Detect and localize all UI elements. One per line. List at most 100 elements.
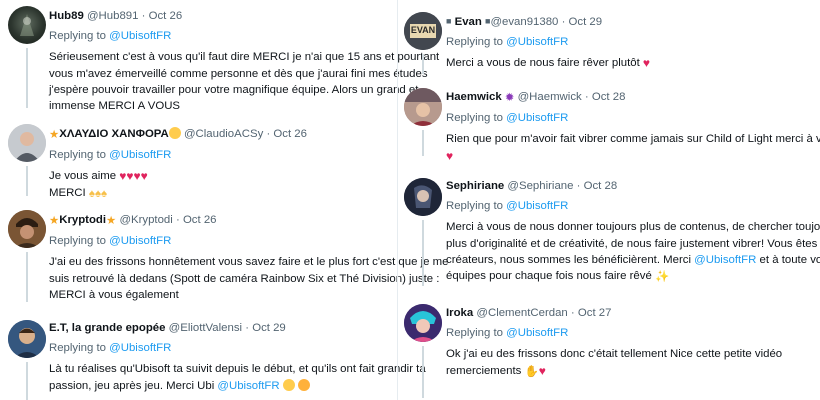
avatar[interactable]: [404, 178, 442, 216]
tweet-text: Merci a vous de nous faire rêver plutôt …: [446, 55, 812, 71]
avatar[interactable]: [404, 88, 442, 126]
display-name[interactable]: ΧΛΑΥΔΙΟ ΧΑΝΦΟΡΑ: [59, 128, 169, 140]
reply-mention-link[interactable]: @UbisoftFR: [109, 235, 171, 247]
avatar[interactable]: [404, 304, 442, 342]
reply-mention-link[interactable]: @UbisoftFR: [506, 112, 568, 124]
separator: ·: [266, 128, 271, 140]
right-reply-column: EVAN ■ Evan ■@evan91380 · Oct 29 Replyin…: [402, 0, 820, 400]
inline-mention-link[interactable]: @UbisoftFR: [694, 254, 756, 266]
tweet-text-line: immense MERCI A VOUS: [49, 100, 181, 113]
tweet-text: Là tu réalises qu'Ubisoft ta suivit depu…: [49, 361, 426, 393]
reply-mention-link[interactable]: @UbisoftFR: [109, 30, 171, 42]
separator: ·: [576, 180, 581, 192]
display-name[interactable]: Sephiriane: [446, 180, 504, 192]
avatar[interactable]: [8, 6, 46, 44]
thread-line: [26, 252, 28, 302]
thread-line: [26, 362, 28, 400]
replying-to-label: Replying to: [49, 342, 106, 355]
heart-icon: ♥: [119, 169, 127, 184]
display-name[interactable]: Iroka: [446, 307, 473, 319]
user-handle[interactable]: @Sephiriane: [507, 180, 573, 192]
tweet-date[interactable]: Oct 26: [149, 10, 183, 22]
reply-mention-link[interactable]: @UbisoftFR: [109, 149, 171, 161]
tweet-date[interactable]: Oct 27: [578, 307, 612, 319]
star-icon: ★: [49, 215, 60, 227]
ok-hand-icon: ✋: [524, 365, 539, 378]
thread-line: [26, 166, 28, 196]
replying-to-label: Replying to: [446, 112, 503, 125]
tweet-text-line: Rien que pour m'avoir fait vibrer comme …: [446, 133, 820, 146]
separator: ·: [561, 16, 566, 28]
user-handle[interactable]: @evan91380: [490, 16, 558, 28]
heart-icon: ♥: [446, 148, 454, 163]
avatar[interactable]: EVAN: [404, 12, 442, 50]
tweet-text: Merci à vous de nous donner toujours plu…: [446, 219, 820, 285]
avatar[interactable]: [8, 124, 46, 162]
heart-icon: ♥: [126, 169, 134, 184]
tweet-text: Ok j'ai eu des frissons donc c'était tel…: [446, 346, 812, 379]
reply-mention-link[interactable]: @UbisoftFR: [506, 36, 568, 48]
tweet-text-line: équipes pour chaque fois nous faire rêvé: [446, 270, 652, 283]
reply-mention-link[interactable]: @UbisoftFR: [506, 200, 568, 212]
display-name[interactable]: Haemwick: [446, 91, 502, 103]
tweet-text-line: Je vous aime: [49, 170, 117, 183]
tweet-date[interactable]: Oct 26: [183, 214, 217, 226]
sparkles-icon: ✨: [654, 271, 670, 284]
reply-mention-link[interactable]: @UbisoftFR: [109, 342, 171, 354]
tweet-text-line: Merci a vous de nous faire rêver plutôt: [446, 57, 640, 70]
heart-icon: ♥: [642, 56, 651, 71]
separator: ·: [570, 307, 575, 319]
reply-tweet[interactable]: EVAN ■ Evan ■@evan91380 · Oct 29 Replyin…: [402, 0, 820, 76]
tweet-date[interactable]: Oct 26: [273, 128, 307, 140]
replying-to-label: Replying to: [446, 327, 503, 340]
display-name[interactable]: E.T, la grande epopée: [49, 322, 165, 334]
display-name[interactable]: Kryptodi: [59, 214, 106, 226]
separator: ·: [175, 214, 180, 226]
tweet-text-line: Ok j'ai eu des frissons donc c'était tel…: [446, 348, 783, 361]
star-icon: ★: [106, 215, 117, 227]
avatar[interactable]: [8, 210, 46, 248]
tweet-date[interactable]: Oct 29: [569, 16, 603, 28]
reply-tweet[interactable]: ★Kryptodi★ @Kryptodi · Oct 26 Replying t…: [0, 204, 448, 304]
tweet-text: Je vous aime ♥♥♥♥ MERCI ♠♠♠: [49, 168, 394, 201]
reply-tweet[interactable]: ★ΧΛΑΥΔΙΟ ΧΑΝΦΟΡΑ @ClaudioACSy · Oct 26 R…: [0, 118, 402, 200]
replying-to-label: Replying to: [446, 36, 503, 49]
user-handle[interactable]: @Hub891: [87, 10, 138, 22]
tweet-date[interactable]: Oct 28: [592, 91, 626, 103]
reply-tweet[interactable]: Sephiriane @Sephiriane · Oct 28 Replying…: [402, 174, 820, 288]
tweet-text-line: j'espère pouvoir travailler pour votre m…: [49, 83, 419, 96]
user-handle[interactable]: @EliottValensi: [169, 322, 242, 334]
heart-eyes-icon: [282, 378, 295, 391]
reply-mention-link[interactable]: @UbisoftFR: [506, 327, 568, 339]
reply-tweet[interactable]: E.T, la grande epopée @EliottValensi · O…: [0, 316, 426, 400]
user-handle[interactable]: @Haemwick: [518, 91, 582, 103]
tweet-text-line: suis retrouvé là dedans (Spott de caméra…: [49, 272, 440, 285]
user-handle[interactable]: @ClementCerdan: [476, 307, 567, 319]
replying-to-label: Replying to: [49, 30, 106, 43]
thread-line: [422, 130, 424, 156]
user-handle[interactable]: @Kryptodi: [119, 214, 172, 226]
tweet-text-line: et à toute vos: [759, 253, 820, 266]
avatar[interactable]: [8, 320, 46, 358]
reply-tweet[interactable]: Haemwick ✹ @Haemwick · Oct 28 Replying t…: [402, 86, 820, 163]
grinning-face-icon: [297, 378, 310, 391]
user-handle[interactable]: @ClaudioACSy: [184, 128, 263, 140]
heart-icon: ♥: [538, 363, 546, 378]
tweet-date[interactable]: Oct 28: [584, 180, 618, 192]
tweet-text-line: Sérieusement c'est à vous qu'il faut dir…: [49, 51, 440, 64]
left-reply-column: Hub89 @Hub891 · Oct 26 Replying to @Ubis…: [0, 0, 448, 400]
tweet-text-line: passion, jeu après jeu. Merci Ubi: [49, 379, 215, 392]
thread-line: [26, 48, 28, 108]
star-icon: ★: [49, 129, 60, 141]
tweet-text-line: Merci à vous de nous donner toujours plu…: [446, 221, 820, 234]
inline-mention-link[interactable]: @UbisoftFR: [217, 380, 279, 392]
thread-line: [422, 220, 424, 286]
reply-tweet[interactable]: Iroka @ClementCerdan · Oct 27 Replying t…: [402, 302, 820, 400]
display-name[interactable]: Evan: [455, 16, 482, 28]
reply-tweet[interactable]: Hub89 @Hub891 · Oct 26 Replying to @Ubis…: [0, 0, 440, 114]
heart-icon: ♥: [133, 169, 141, 184]
tweet-text: Sérieusement c'est à vous qu'il faut dir…: [49, 49, 440, 114]
display-name[interactable]: Hub89: [49, 10, 84, 22]
tweet-date[interactable]: Oct 29: [252, 322, 286, 334]
tweet-text-line: vous m'avez émerveillé comme personne et…: [49, 67, 428, 80]
